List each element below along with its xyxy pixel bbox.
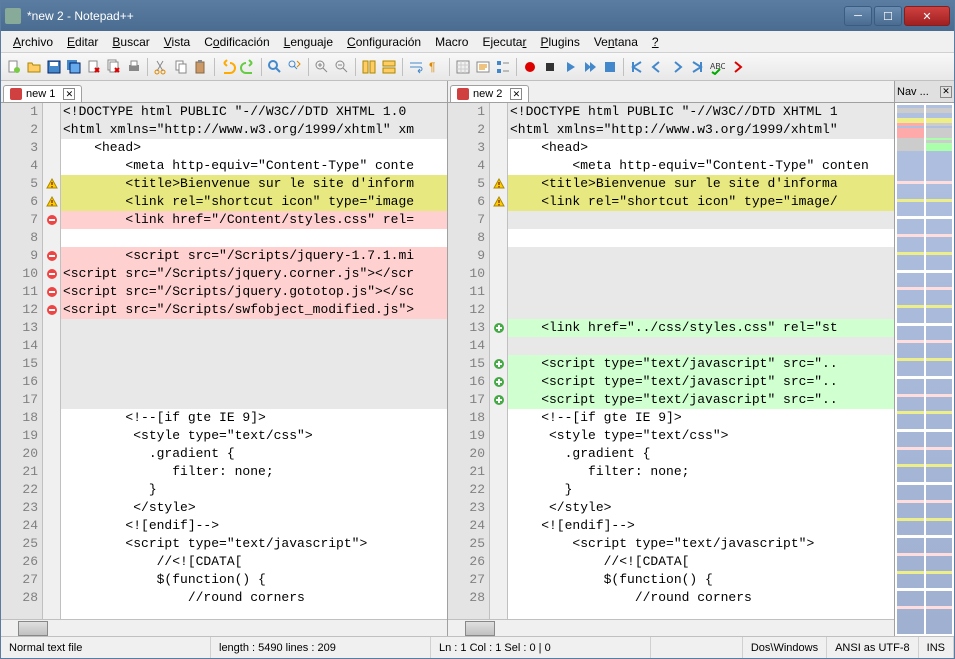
redo-icon[interactable] [239, 58, 257, 76]
status-filetype: Normal text file [1, 637, 211, 658]
menu-codificacion[interactable]: Codificación [198, 33, 275, 51]
wrap-icon[interactable] [407, 58, 425, 76]
save-macro-icon[interactable] [601, 58, 619, 76]
find-icon[interactable] [266, 58, 284, 76]
tab-new-1[interactable]: new 1 ✕ [3, 85, 82, 102]
hscroll-right[interactable] [448, 619, 894, 636]
status-eol: Dos\Windows [743, 637, 827, 658]
play-icon[interactable] [561, 58, 579, 76]
nav-pane: Nav ... ✕ [894, 81, 954, 636]
sync-v-icon[interactable] [360, 58, 378, 76]
print-icon[interactable] [125, 58, 143, 76]
lang-icon[interactable] [474, 58, 492, 76]
tab-label: new 2 [473, 88, 502, 100]
close-all-icon[interactable] [105, 58, 123, 76]
compare-next-icon[interactable] [668, 58, 686, 76]
right-pane: new 2 ✕ 12345678910111213141516171819202… [448, 81, 894, 636]
sync-h-icon[interactable] [380, 58, 398, 76]
nav-minimap[interactable] [895, 103, 954, 636]
status-length: length : 5490 lines : 209 [211, 637, 431, 658]
left-pane: new 1 ✕ 12345678910111213141516171819202… [1, 81, 448, 636]
menu-vista[interactable]: Vista [158, 33, 196, 51]
compare-last-icon[interactable] [688, 58, 706, 76]
editor-left[interactable]: 1234567891011121314151617181920212223242… [1, 103, 447, 619]
compare-first-icon[interactable] [628, 58, 646, 76]
toolbar: ¶ ABC [1, 53, 954, 81]
menu-macro[interactable]: Macro [429, 33, 474, 51]
app-icon [5, 8, 21, 24]
spellcheck-icon[interactable]: ABC [708, 58, 726, 76]
menu-ejecutar[interactable]: Ejecutar [476, 33, 532, 51]
menu-configuracion[interactable]: Configuración [341, 33, 427, 51]
menu-help[interactable]: ? [646, 33, 665, 51]
menu-buscar[interactable]: Buscar [106, 33, 155, 51]
func-list-icon[interactable] [494, 58, 512, 76]
stop-icon[interactable] [541, 58, 559, 76]
titlebar[interactable]: *new 2 - Notepad++ ─ ☐ ✕ [1, 1, 954, 31]
menubar: Archivo Editar Buscar Vista Codificación… [1, 31, 954, 53]
undo-icon[interactable] [219, 58, 237, 76]
minimize-button[interactable]: ─ [844, 6, 872, 26]
status-position: Ln : 1 Col : 1 Sel : 0 | 0 [431, 637, 651, 658]
maximize-button[interactable]: ☐ [874, 6, 902, 26]
compare-off-icon[interactable] [728, 58, 746, 76]
svg-text:¶: ¶ [429, 60, 435, 74]
close-file-icon[interactable] [85, 58, 103, 76]
nav-close-icon[interactable]: ✕ [940, 86, 952, 98]
cut-icon[interactable] [152, 58, 170, 76]
replace-icon[interactable] [286, 58, 304, 76]
nav-title: Nav ... [897, 86, 929, 98]
tab-icon [10, 88, 22, 100]
record-icon[interactable] [521, 58, 539, 76]
menu-ventana[interactable]: Ventana [588, 33, 644, 51]
play-multi-icon[interactable] [581, 58, 599, 76]
svg-text:ABC: ABC [710, 62, 725, 71]
tab-new-2[interactable]: new 2 ✕ [450, 85, 529, 102]
statusbar: Normal text file length : 5490 lines : 2… [1, 636, 954, 658]
close-button[interactable]: ✕ [904, 6, 950, 26]
indent-guide-icon[interactable] [454, 58, 472, 76]
show-chars-icon[interactable]: ¶ [427, 58, 445, 76]
save-icon[interactable] [45, 58, 63, 76]
menu-lenguaje[interactable]: Lenguaje [278, 33, 339, 51]
copy-icon[interactable] [172, 58, 190, 76]
zoom-out-icon[interactable] [333, 58, 351, 76]
open-file-icon[interactable] [25, 58, 43, 76]
status-encoding: ANSI as UTF-8 [827, 637, 919, 658]
status-ins: INS [919, 637, 954, 658]
tab-label: new 1 [26, 88, 55, 100]
tab-close-icon[interactable]: ✕ [63, 88, 75, 100]
hscroll-left[interactable] [1, 619, 447, 636]
paste-icon[interactable] [192, 58, 210, 76]
compare-prev-icon[interactable] [648, 58, 666, 76]
tab-close-icon[interactable]: ✕ [510, 88, 522, 100]
editor-right[interactable]: 1234567891011121314151617181920212223242… [448, 103, 894, 619]
save-all-icon[interactable] [65, 58, 83, 76]
tab-icon [457, 88, 469, 100]
menu-archivo[interactable]: Archivo [7, 33, 59, 51]
new-file-icon[interactable] [5, 58, 23, 76]
zoom-in-icon[interactable] [313, 58, 331, 76]
window-title: *new 2 - Notepad++ [27, 9, 844, 23]
menu-editar[interactable]: Editar [61, 33, 104, 51]
menu-plugins[interactable]: Plugins [534, 33, 585, 51]
